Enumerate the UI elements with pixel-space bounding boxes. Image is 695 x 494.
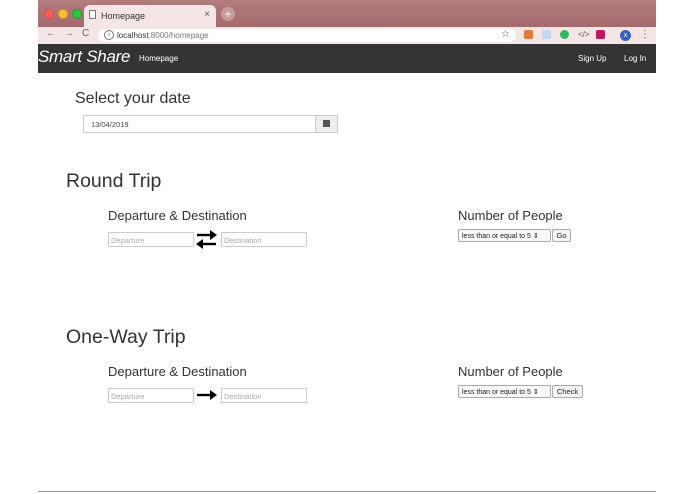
right-arrow-icon bbox=[197, 390, 217, 400]
window-controls bbox=[44, 9, 82, 19]
check-button[interactable]: Check bbox=[552, 385, 583, 398]
nav-link-homepage[interactable]: Homepage bbox=[139, 54, 178, 63]
url-path: :8000/homepage bbox=[148, 31, 209, 40]
back-icon[interactable]: ← bbox=[46, 28, 56, 39]
select-arrows-icon: ⇕ bbox=[532, 233, 539, 240]
round-trip-people-value: less than or equal to 5 bbox=[462, 233, 531, 240]
minimize-window-button[interactable] bbox=[58, 9, 68, 19]
round-trip-heading: Round Trip bbox=[66, 170, 162, 192]
go-button[interactable]: Go bbox=[552, 229, 571, 242]
one-way-departure-input[interactable]: Departure bbox=[108, 388, 194, 403]
date-picker[interactable]: 13/04/2019 bbox=[83, 115, 338, 133]
extension-grammarly-icon[interactable] bbox=[560, 30, 569, 39]
calendar-button[interactable] bbox=[315, 116, 337, 132]
extension-code-icon[interactable]: </> bbox=[578, 30, 590, 39]
select-date-heading: Select your date bbox=[75, 90, 191, 107]
one-way-dep-dest-heading: Departure & Destination bbox=[108, 364, 247, 379]
date-value: 13/04/2019 bbox=[91, 120, 129, 129]
round-trip-dep-dest-heading: Departure & Destination bbox=[108, 208, 247, 223]
one-way-people-value: less than or equal to 5 bbox=[462, 389, 531, 396]
nav-link-signup[interactable]: Sign Up bbox=[578, 54, 606, 63]
zoom-window-button[interactable] bbox=[72, 9, 82, 19]
one-way-people-heading: Number of People bbox=[458, 364, 563, 379]
new-tab-button[interactable]: + bbox=[221, 7, 235, 21]
forward-icon[interactable]: → bbox=[64, 28, 74, 39]
address-bar[interactable]: i localhost:8000/homepage ☆ bbox=[98, 29, 516, 42]
bookmark-star-icon[interactable]: ☆ bbox=[501, 29, 510, 40]
info-icon[interactable]: i bbox=[104, 30, 114, 40]
one-way-heading: One-Way Trip bbox=[66, 326, 186, 348]
round-trip-departure-input[interactable]: Departure bbox=[108, 232, 194, 247]
reload-icon[interactable]: C bbox=[82, 28, 89, 39]
browser-toolbar: ← → C i localhost:8000/homepage ☆ </> x … bbox=[38, 27, 656, 44]
tab-title: Homepage bbox=[101, 11, 146, 21]
url-text: localhost:8000/homepage bbox=[117, 31, 209, 40]
url-host: localhost bbox=[117, 31, 149, 40]
profile-avatar[interactable]: x bbox=[620, 30, 631, 41]
extension-office-icon[interactable] bbox=[524, 30, 533, 39]
site-navbar: Smart Share Homepage Sign Up Log In bbox=[38, 44, 656, 73]
nav-link-login[interactable]: Log In bbox=[624, 54, 646, 63]
browser-tab-strip: Homepage × + bbox=[38, 0, 656, 27]
select-arrows-icon: ⇕ bbox=[532, 389, 539, 396]
tab-close-icon[interactable]: × bbox=[204, 9, 210, 20]
extension-tag-icon[interactable] bbox=[542, 30, 551, 39]
one-way-destination-input[interactable]: Destination bbox=[221, 388, 307, 403]
round-trip-people-heading: Number of People bbox=[458, 208, 563, 223]
one-way-people-select[interactable]: less than or equal to 5 ⇕ bbox=[458, 385, 551, 398]
window-bottom-border bbox=[38, 491, 656, 492]
brand-logo[interactable]: Smart Share bbox=[38, 47, 130, 67]
close-window-button[interactable] bbox=[44, 9, 54, 19]
calendar-icon bbox=[323, 120, 330, 127]
browser-tab[interactable]: Homepage × bbox=[84, 5, 216, 27]
browser-window: Homepage × + ← → C i localhost:8000/home… bbox=[38, 0, 656, 494]
round-trip-people-select[interactable]: less than or equal to 5 ⇕ bbox=[458, 229, 551, 242]
swap-arrows-icon bbox=[196, 230, 217, 249]
browser-menu-icon[interactable]: ⋮ bbox=[640, 29, 650, 40]
page-icon bbox=[89, 10, 96, 19]
round-trip-destination-input[interactable]: Destination bbox=[221, 232, 307, 247]
extension-bookmark-icon[interactable] bbox=[596, 30, 605, 39]
